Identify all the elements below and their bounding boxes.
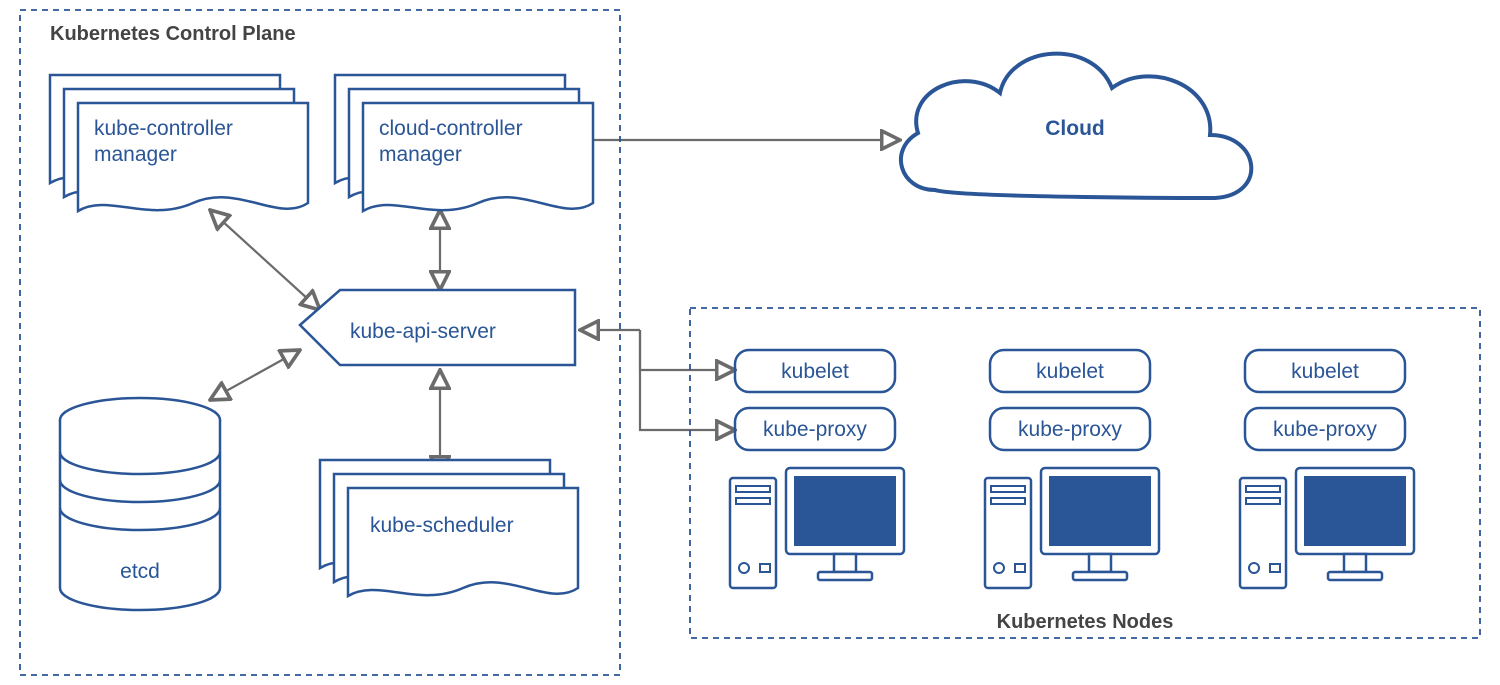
svg-text:kube-proxy: kube-proxy	[1273, 418, 1377, 441]
arrow-kcm-api	[210, 210, 320, 310]
svg-text:cloud-controller: cloud-controller	[379, 117, 523, 140]
svg-text:kube-proxy: kube-proxy	[1018, 418, 1122, 441]
kube-api-server: kube-api-server	[300, 290, 575, 365]
computer-icon	[985, 468, 1159, 588]
nodes-panel-title: Kubernetes Nodes	[997, 611, 1174, 633]
svg-text:etcd: etcd	[120, 560, 160, 583]
nodes-panel: Kubernetes Nodes kubelet kube-proxy kube…	[690, 308, 1480, 638]
etcd: etcd	[60, 398, 220, 610]
svg-text:kube-proxy: kube-proxy	[763, 418, 867, 441]
svg-text:kube-controller: kube-controller	[94, 117, 233, 140]
kube-controller-manager: kube-controller manager	[50, 75, 308, 211]
svg-text:kube-scheduler: kube-scheduler	[370, 514, 514, 537]
svg-text:kubelet: kubelet	[1291, 360, 1359, 383]
kubernetes-architecture-diagram: Kubernetes Control Plane kube-controller…	[0, 0, 1500, 685]
svg-text:kubelet: kubelet	[781, 360, 849, 383]
arrow-trunk-to-kubelet	[640, 330, 735, 370]
svg-text:manager: manager	[94, 143, 177, 166]
control-plane-title: Kubernetes Control Plane	[50, 23, 296, 45]
computer-icon	[1240, 468, 1414, 588]
cloud-label: Cloud	[1045, 117, 1104, 140]
svg-text:kubelet: kubelet	[1036, 360, 1104, 383]
control-plane: Kubernetes Control Plane kube-controller…	[20, 10, 620, 675]
kube-scheduler: kube-scheduler	[320, 460, 578, 596]
node-3: kubelet kube-proxy	[1240, 350, 1414, 588]
svg-text:manager: manager	[379, 143, 462, 166]
arrow-trunk-to-kubeproxy	[640, 330, 735, 430]
svg-text:kube-api-server: kube-api-server	[350, 320, 496, 343]
cloud: Cloud	[901, 54, 1251, 198]
node-2: kubelet kube-proxy	[985, 350, 1159, 588]
arrow-etcd-api	[210, 350, 300, 400]
cloud-controller-manager: cloud-controller manager	[335, 75, 593, 211]
node-1: kubelet kube-proxy	[730, 350, 904, 588]
computer-icon	[730, 468, 904, 588]
